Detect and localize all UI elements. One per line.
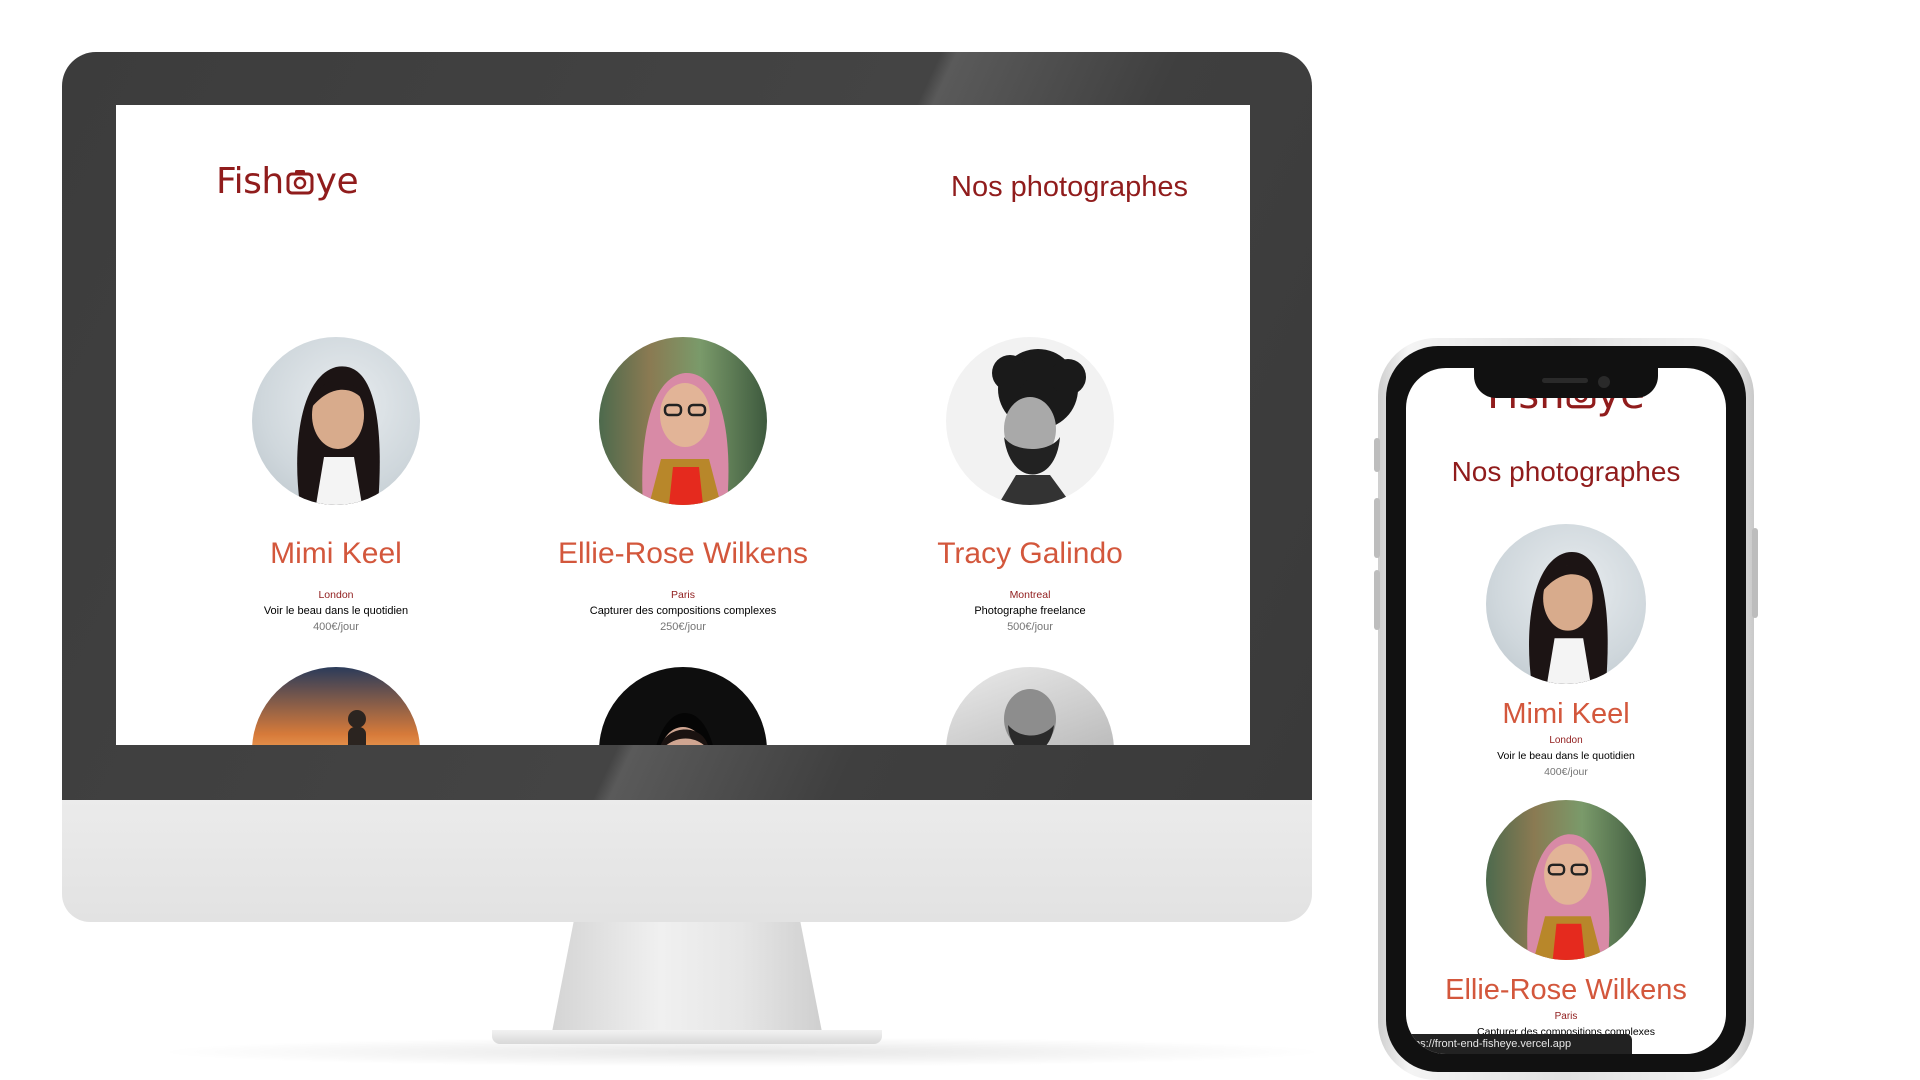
photographer-avatar[interactable] — [252, 337, 420, 505]
photographer-price: 400€/jour — [1544, 766, 1588, 778]
phone-power-button — [1752, 528, 1758, 618]
photographer-price: 500€/jour — [1007, 621, 1053, 633]
page-title: Nos photographes — [951, 171, 1188, 203]
photographer-location: London — [318, 589, 354, 601]
desktop-monitor-mockup: Fish ye Nos photographes Mimi Keel Londo… — [62, 52, 1332, 1067]
phone-frame: Fish ye Nos photographes — [1386, 346, 1746, 1072]
phone-volume-down — [1374, 570, 1380, 630]
phone-screen: Fish ye Nos photographes — [1406, 368, 1726, 1054]
photographer-name[interactable]: Ellie-Rose Wilkens — [1406, 974, 1726, 1007]
photographer-card[interactable] — [499, 667, 867, 745]
photographer-name[interactable]: Ellie-Rose Wilkens — [499, 537, 867, 571]
photographer-avatar[interactable] — [599, 667, 767, 745]
photographer-avatar[interactable] — [1486, 524, 1646, 684]
status-url-tooltip: ps://front-end-fisheye.vercel.app — [1406, 1034, 1632, 1054]
camera-icon — [286, 169, 314, 194]
photographer-card[interactable]: Mimi Keel London Voir le beau dans le qu… — [152, 337, 520, 633]
site-logo[interactable]: Fish ye — [216, 161, 359, 202]
photographer-tagline: Voir le beau dans le quotidien — [1497, 750, 1635, 762]
photographer-tagline: Voir le beau dans le quotidien — [263, 605, 409, 617]
photographer-card[interactable]: Ellie-Rose Wilkens Paris Capturer des co… — [1406, 800, 1726, 1054]
photographer-location: Montreal — [1009, 589, 1051, 601]
photographer-name[interactable]: Mimi Keel — [152, 537, 520, 571]
photographer-tagline: Photographe freelance — [974, 605, 1086, 617]
photographer-location: London — [1549, 735, 1583, 746]
mobile-page-title: Nos photographes — [1451, 456, 1681, 487]
phone-notch — [1474, 368, 1658, 398]
desktop-screen: Fish ye Nos photographes Mimi Keel Londo… — [116, 105, 1250, 745]
monitor-stand — [552, 922, 822, 1032]
photographer-avatar[interactable] — [946, 337, 1114, 505]
logo-text-right: ye — [315, 161, 359, 202]
photographer-location: Paris — [671, 589, 695, 601]
monitor-stand-base — [492, 1030, 882, 1044]
photographer-avatar[interactable] — [946, 667, 1114, 745]
phone-mockup: Fish ye Nos photographes — [1374, 338, 1758, 1080]
photographer-tagline: Capturer des compositions complexes — [589, 605, 777, 617]
front-camera — [1598, 376, 1610, 388]
photographer-card[interactable]: Ellie-Rose Wilkens Paris Capturer des co… — [499, 337, 867, 633]
photographer-name[interactable]: Tracy Galindo — [846, 537, 1214, 571]
photographer-price: 400€/jour — [313, 621, 359, 633]
photographer-card[interactable] — [846, 667, 1214, 745]
photographer-avatar[interactable] — [252, 667, 420, 745]
photographer-avatar[interactable] — [1486, 800, 1646, 960]
photographer-price: 250€/jour — [660, 621, 706, 633]
photographer-card[interactable] — [152, 667, 520, 745]
photographer-avatar[interactable] — [599, 337, 767, 505]
monitor-chin — [62, 800, 1312, 922]
phone-side-button — [1374, 438, 1380, 472]
logo-text-left: Fish — [216, 161, 284, 202]
phone-volume-up — [1374, 498, 1380, 558]
photographer-name[interactable]: Mimi Keel — [1406, 698, 1726, 731]
photographer-card[interactable]: Tracy Galindo Montreal Photographe freel… — [846, 337, 1214, 633]
photographer-card[interactable]: Mimi Keel London Voir le beau dans le qu… — [1406, 524, 1726, 778]
speaker-grille — [1542, 378, 1588, 383]
photographer-location: Paris — [1554, 1011, 1578, 1022]
